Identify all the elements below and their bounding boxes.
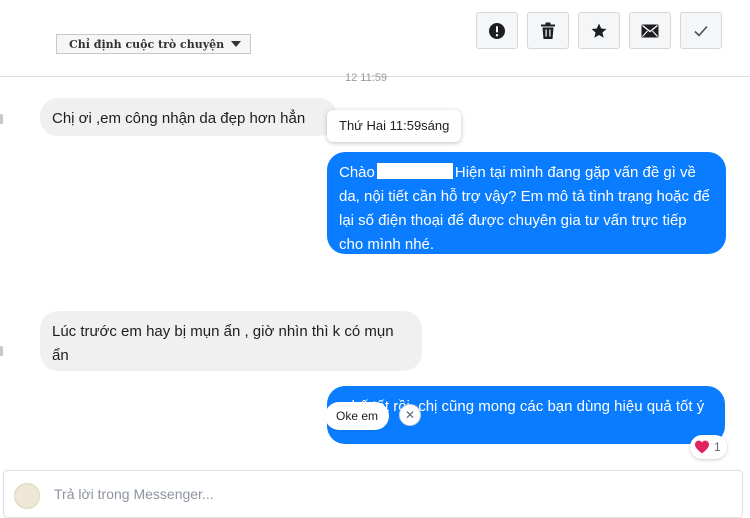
avatar-marker xyxy=(0,346,3,356)
incoming-message-bubble[interactable]: Lúc trước em hay bị mụn ẩn , giờ nhìn th… xyxy=(40,311,422,371)
outgoing-message-bubble[interactable]: Chào Hiện tại mình đang gặp vấn đề gì về … xyxy=(327,152,726,254)
message-timestamp: 12 11:59 xyxy=(345,72,388,84)
incoming-message-bubble[interactable]: Chị ơi ,em công nhận da đẹp hơn hẳn xyxy=(40,98,337,136)
header-actions xyxy=(476,12,722,49)
redacted-name xyxy=(376,163,453,179)
assign-conversation-dropdown[interactable]: Chỉ định cuộc trò chuyện xyxy=(56,34,252,54)
delete-button[interactable] xyxy=(527,12,569,49)
reply-input[interactable] xyxy=(54,486,704,502)
checkmark-icon xyxy=(694,25,708,37)
reaction-count: 1 xyxy=(714,440,721,454)
quick-reply-chip[interactable]: Oke em xyxy=(325,402,389,430)
heart-icon xyxy=(695,440,709,454)
conversation-header: Chỉ định cuộc trò chuyện xyxy=(0,0,750,77)
mark-unread-button[interactable] xyxy=(629,12,671,49)
timestamp-tooltip: Thứ Hai 11:59sáng xyxy=(327,110,462,142)
star-button[interactable] xyxy=(578,12,620,49)
trash-icon xyxy=(541,22,555,39)
star-icon xyxy=(591,23,607,38)
close-icon[interactable]: ✕ xyxy=(399,404,421,426)
reaction-badge[interactable]: 1 xyxy=(690,435,727,459)
greeting-text: Chào xyxy=(339,164,375,181)
envelope-icon xyxy=(641,24,659,37)
assign-conversation-label: Chỉ định cuộc trò chuyện xyxy=(69,37,225,51)
exclamation-circle-icon xyxy=(489,22,505,39)
mark-done-button[interactable] xyxy=(680,12,722,49)
reply-composer xyxy=(3,470,743,518)
avatar-marker xyxy=(0,114,3,124)
avatar xyxy=(14,483,40,509)
caret-down-icon xyxy=(231,41,242,47)
mark-spam-button[interactable] xyxy=(476,12,518,49)
